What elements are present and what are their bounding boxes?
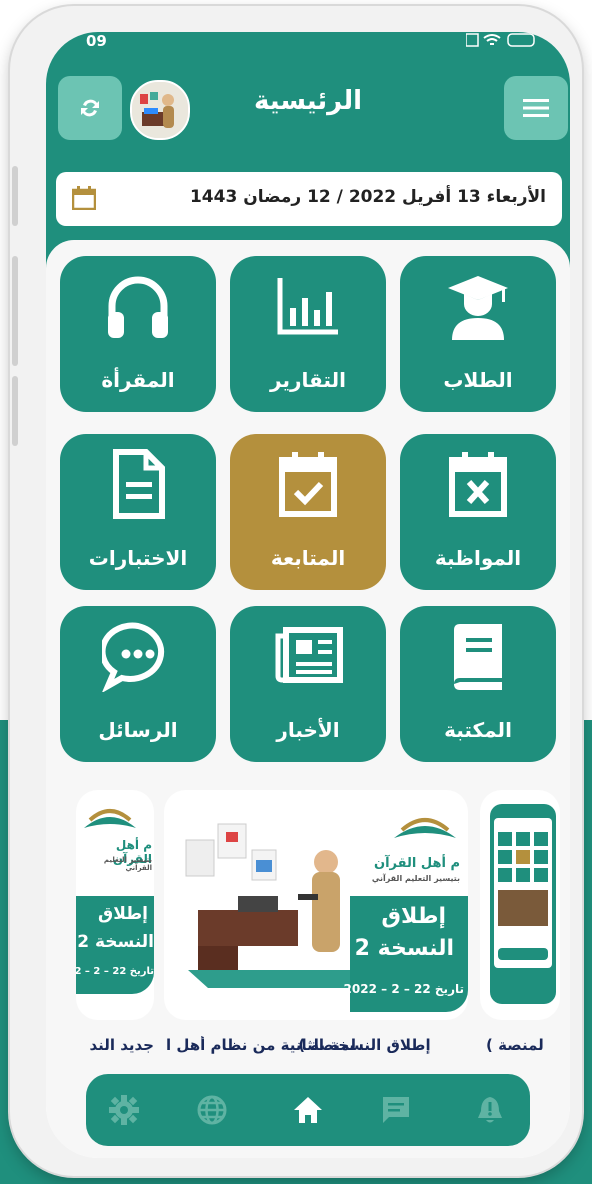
phone-side-button xyxy=(12,166,18,226)
menu-icon xyxy=(523,99,549,117)
status-bar: 09 xyxy=(86,32,536,52)
banner-headline-2: النسخة 2 xyxy=(354,936,454,961)
date-bar: الأربعاء 13 أفريل 2022 / 12 رمضان 1443 xyxy=(56,172,562,226)
calendar-icon[interactable] xyxy=(72,186,96,210)
tile-label: الأخبار xyxy=(276,718,340,742)
news-banner-main[interactable]: م أهل القرآن بتيسير التعليم القرآني إطلا… xyxy=(164,790,468,1020)
banner-headline-box: إطلاق النسخة 2 تاريخ 22 – 2 – 2022 xyxy=(344,896,468,1012)
tile-label: المتابعة xyxy=(270,546,346,570)
banner-headline-1: إطلاق xyxy=(98,904,148,924)
banner-date: تاريخ 22 – 2 – 2022 xyxy=(343,982,464,996)
teacher-illustration xyxy=(185,823,368,988)
phone-side-button xyxy=(12,376,18,446)
message-icon[interactable] xyxy=(380,1094,412,1126)
banner-headline-1: إطلاق xyxy=(381,904,446,929)
tile-followup[interactable]: المتابعة xyxy=(230,434,386,590)
phone-side-button xyxy=(12,256,18,366)
newspaper-icon xyxy=(275,627,343,683)
calendar-x-icon xyxy=(449,452,507,517)
headphones-icon xyxy=(108,276,168,338)
phone-frame: 09 الرئيسية الأربعاء 13 أفريل 2022 / 12 … xyxy=(10,6,582,1176)
tile-messages[interactable]: الرسائل xyxy=(60,606,216,762)
banner-brand-sub: بتيسير التعليم القرآني xyxy=(371,874,460,883)
date-text: الأربعاء 13 أفريل 2022 / 12 رمضان 1443 xyxy=(189,187,546,207)
sync-icon xyxy=(81,99,99,117)
tile-label: المكتبة xyxy=(444,718,512,742)
banner-headline-2: النسخة 2 xyxy=(77,932,154,952)
banner-brand-sub: بتيسير التعليم القرآني xyxy=(103,856,152,872)
banner-caption-right-text[interactable]: لمنصة ) xyxy=(486,1036,566,1054)
book-icon xyxy=(454,624,502,690)
user-avatar[interactable] xyxy=(130,80,190,140)
banner-date: تاريخ 22 – 2 – 2 xyxy=(76,966,154,977)
tile-label: الاختبارات xyxy=(88,546,188,570)
quran-logo-icon xyxy=(84,809,136,828)
tile-news[interactable]: الأخبار xyxy=(230,606,386,762)
globe-icon[interactable] xyxy=(196,1094,228,1126)
bell-icon[interactable] xyxy=(474,1094,506,1126)
phone-preview xyxy=(490,804,556,1004)
document-icon xyxy=(113,449,165,519)
phone-preview-screen xyxy=(494,818,552,968)
app-screen: 09 الرئيسية الأربعاء 13 أفريل 2022 / 12 … xyxy=(46,32,570,1158)
banner-caption[interactable]: إطلاق النسخة الثانية من نظام أهل ا xyxy=(166,1036,466,1054)
gear-icon[interactable] xyxy=(108,1094,140,1126)
tile-students[interactable]: الطلاب xyxy=(400,256,556,412)
menu-button[interactable] xyxy=(504,76,568,140)
quran-logo-icon xyxy=(394,818,456,838)
student-icon xyxy=(448,276,508,340)
page-title: الرئيسية xyxy=(253,86,363,116)
status-icons xyxy=(465,32,536,52)
news-banner-left[interactable]: م أهل القرآن بتيسير التعليم القرآني إطلا… xyxy=(76,790,154,1020)
status-time: 09 xyxy=(86,32,107,50)
bottom-nav xyxy=(86,1074,530,1146)
main-panel: الطلاب التقارير المقرأة المواظبة المتابع… xyxy=(46,240,570,1158)
sync-button[interactable] xyxy=(58,76,122,140)
tile-library[interactable]: المكتبة xyxy=(400,606,556,762)
tile-exams[interactable]: الاختبارات xyxy=(60,434,216,590)
tile-label: التقارير xyxy=(270,368,346,392)
tile-recitation[interactable]: المقرأة xyxy=(60,256,216,412)
banner-headline-box: إطلاق النسخة 2 تاريخ 22 – 2 – 2 xyxy=(76,896,154,994)
home-icon[interactable] xyxy=(292,1094,324,1126)
tile-reports[interactable]: التقارير xyxy=(230,256,386,412)
banner-brand: م أهل القرآن xyxy=(374,856,460,871)
tile-label: الطلاب xyxy=(443,368,513,392)
tile-label: المواظبة xyxy=(434,546,522,570)
tile-attendance[interactable]: المواظبة xyxy=(400,434,556,590)
tile-label: المقرأة xyxy=(101,368,175,392)
calendar-check-icon xyxy=(279,452,337,517)
banner-caption-left[interactable]: جديد الند xyxy=(76,1036,154,1054)
chat-icon xyxy=(102,622,165,692)
news-banner-right[interactable] xyxy=(480,790,560,1020)
tile-label: الرسائل xyxy=(98,718,178,742)
chart-icon xyxy=(277,278,338,335)
